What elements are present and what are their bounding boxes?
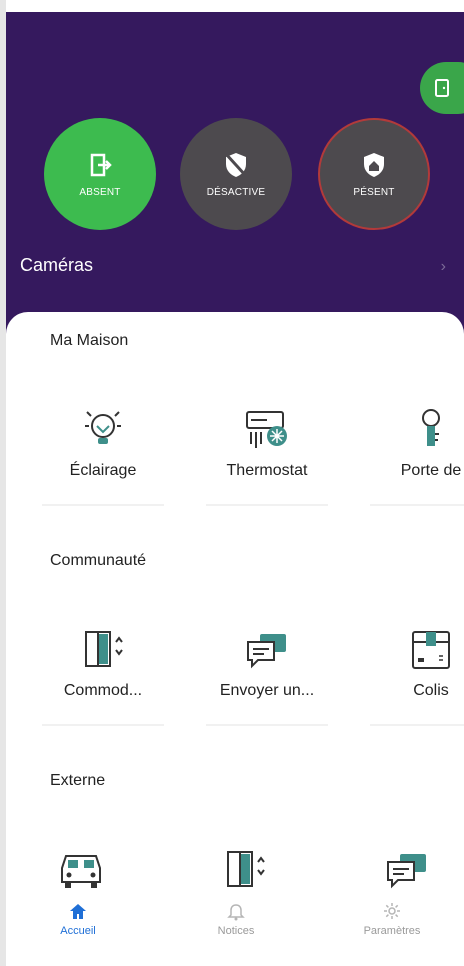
mode-absent-label: ABSENT [79, 186, 121, 198]
gear-icon [384, 903, 400, 919]
nav-label-accueil: Accueil [60, 925, 96, 937]
tile-divider [206, 724, 328, 726]
mode-desactive-button[interactable]: DÉSACTIVE [180, 118, 292, 230]
chat-icon [247, 634, 286, 669]
nav-parametres[interactable]: Paramètres [332, 901, 452, 937]
bell-icon [227, 904, 245, 921]
tile-eclairage[interactable]: Éclairage [28, 400, 178, 510]
status-strip [6, 0, 464, 12]
tile-label: Porte de [400, 462, 462, 479]
door-button[interactable] [420, 62, 464, 114]
bottom-nav: Accueil Notices Paramètres [6, 893, 464, 966]
tile-colis[interactable]: Colis [356, 620, 464, 730]
car-icon [61, 855, 101, 888]
section-title-communaute: Communauté [50, 552, 147, 569]
mode-desactive-label: DÉSACTIVE [206, 186, 266, 198]
tile-label: Envoyer un... [219, 682, 315, 699]
ac-unit-icon [246, 411, 287, 448]
tile-divider [206, 504, 328, 506]
tile-divider [42, 724, 164, 726]
tile-label: Commod... [63, 682, 143, 699]
tile-label: Éclairage [69, 462, 137, 479]
shield-off-icon [224, 152, 248, 177]
tile-envoyer-message[interactable]: Envoyer un... [192, 620, 342, 730]
tile-label: Colis [413, 682, 449, 699]
app-screen: ABSENT DÉSACTIVE PÉSENT Caméras › Ma Mai… [6, 0, 464, 966]
elevator-icon [227, 851, 265, 887]
main-sheet: Ma Maison Éclairage Thermostat Porte de … [6, 312, 464, 966]
chat-icon [387, 854, 426, 889]
section-title-externe: Externe [50, 772, 106, 789]
tile-divider [370, 504, 464, 506]
key-icon [422, 409, 440, 446]
section-title-ma-maison: Ma Maison [50, 332, 129, 349]
door-icon [435, 79, 449, 97]
tile-label: Thermostat [226, 462, 308, 479]
nav-label-parametres: Paramètres [363, 925, 421, 937]
package-icon [412, 631, 450, 669]
tile-divider [42, 504, 164, 506]
nav-label-notices: Notices [217, 925, 255, 937]
nav-accueil[interactable]: Accueil [18, 901, 138, 937]
chevron-right-icon[interactable]: › [441, 258, 446, 276]
tile-porte[interactable]: Porte de [356, 400, 464, 510]
exit-door-icon [90, 153, 112, 176]
home-icon [70, 904, 86, 919]
tile-commodites[interactable]: Commod... [28, 620, 178, 730]
mode-present-button[interactable]: PÉSENT [318, 118, 430, 230]
header: ABSENT DÉSACTIVE PÉSENT Caméras › [6, 0, 464, 340]
home-shield-icon [364, 152, 384, 177]
elevator-icon [85, 631, 123, 667]
tile-thermostat[interactable]: Thermostat [192, 400, 342, 510]
mode-present-label: PÉSENT [353, 186, 395, 198]
nav-notices[interactable]: Notices [176, 901, 296, 937]
tile-divider [370, 724, 464, 726]
lightbulb-icon [85, 411, 121, 444]
cameras-label[interactable]: Caméras [20, 255, 93, 276]
mode-absent-button[interactable]: ABSENT [44, 118, 156, 230]
